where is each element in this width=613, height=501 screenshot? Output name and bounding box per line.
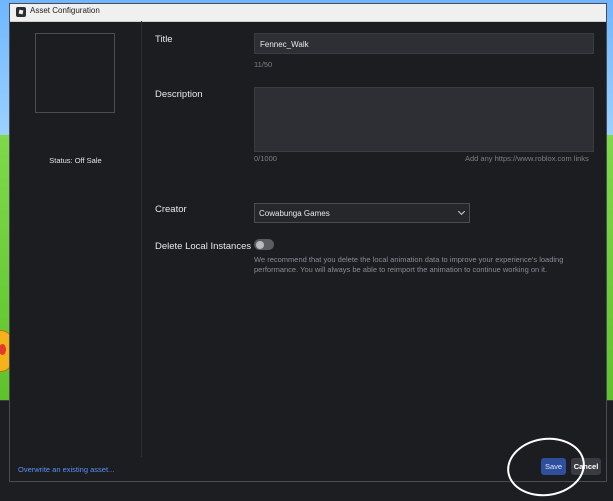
chevron-down-icon <box>457 207 466 216</box>
description-label: Description <box>155 89 203 100</box>
left-panel: Status: Off Sale <box>10 21 142 457</box>
description-input[interactable] <box>254 87 594 152</box>
status-label: Status: Off Sale <box>49 156 102 165</box>
delete-local-label: Delete Local Instances <box>155 241 252 252</box>
asset-thumbnail <box>35 33 115 113</box>
asset-configuration-dialog: Asset Configuration Status: Off Sale Tit… <box>9 3 607 501</box>
creator-dropdown[interactable]: Cowabunga Games <box>254 203 470 223</box>
toggle-knob <box>255 240 264 249</box>
creator-selected-value: Cowabunga Games <box>259 209 330 218</box>
title-char-count: 11/50 <box>254 60 273 69</box>
overwrite-asset-link[interactable]: Overwrite an existing asset... <box>18 465 114 474</box>
window-title: Asset Configuration <box>30 6 100 15</box>
description-char-count: 0/1000 <box>254 154 277 163</box>
title-input[interactable]: Fennec_Walk <box>254 33 594 54</box>
title-label: Title <box>155 34 173 45</box>
description-hint: Add any https://www.roblox.com links <box>465 154 589 163</box>
delete-local-note: We recommend that you delete the local a… <box>254 255 564 274</box>
title-bar[interactable]: Asset Configuration <box>10 4 606 22</box>
delete-local-toggle[interactable] <box>254 239 274 250</box>
roblox-studio-icon <box>16 7 26 17</box>
title-input-value: Fennec_Walk <box>260 40 309 49</box>
creator-label: Creator <box>155 204 187 215</box>
